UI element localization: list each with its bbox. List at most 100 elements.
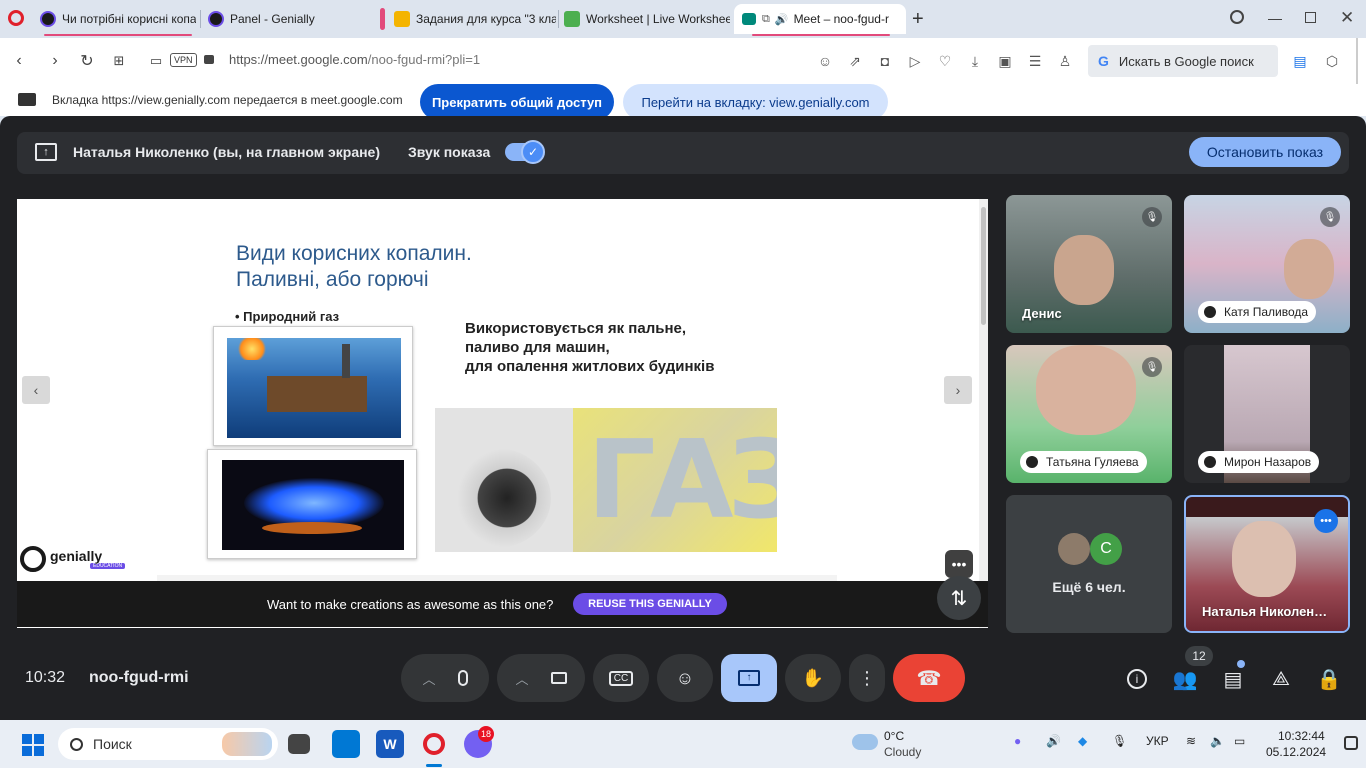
new-tab-button[interactable]: + — [912, 8, 924, 31]
windows-start-icon[interactable] — [22, 734, 44, 756]
sidebar-icon[interactable]: ▤ — [1290, 51, 1310, 71]
participant-tile[interactable]: 🎙 Катя Паливода — [1184, 195, 1350, 333]
profile-icon[interactable]: ♙ — [1055, 51, 1075, 71]
store-icon[interactable] — [332, 730, 360, 758]
slide-prev-button[interactable]: ‹ — [22, 376, 50, 404]
vpn-badge[interactable]: VPN — [170, 53, 197, 67]
viber-tray-icon[interactable]: ● — [1014, 734, 1021, 748]
language-indicator[interactable]: УКР — [1146, 734, 1169, 748]
participants-count-badge: 12 — [1185, 646, 1213, 666]
camera-icon[interactable] — [550, 672, 567, 684]
search-tabs-icon[interactable] — [1230, 10, 1244, 24]
swap-layout-icon[interactable]: ⇅ — [937, 576, 981, 620]
more-participants-tile[interactable]: C Ещё 6 чел. — [1006, 495, 1172, 633]
notifications-icon[interactable] — [1344, 736, 1358, 750]
genially-favicon-icon — [208, 11, 224, 27]
stop-presenting-button[interactable]: Остановить показ — [1189, 137, 1341, 167]
search-icon — [70, 737, 83, 751]
meeting-info-icon[interactable]: i — [1123, 665, 1151, 693]
chat-icon[interactable]: ▤ — [1219, 665, 1247, 693]
mic-tray-icon[interactable]: 🎙 — [1112, 734, 1127, 748]
self-tile[interactable]: ••• Наталья Николен… — [1184, 495, 1350, 633]
tab-meet[interactable]: ⧉ 🔊 Meet – noo-fgud-r — [734, 4, 906, 34]
participant-name: Катя Паливода — [1224, 305, 1309, 319]
download-icon[interactable]: ⤓ — [965, 51, 985, 71]
taskbar-search[interactable]: Поиск — [58, 728, 278, 760]
forward-icon[interactable]: › — [44, 50, 66, 72]
send-icon[interactable]: ▷ — [905, 51, 925, 71]
pip-icon[interactable]: ⧉ — [762, 13, 770, 26]
reuse-genially-button[interactable]: REUSE THIS GENIALLY — [573, 593, 727, 615]
go-to-tab-button[interactable]: Перейти на вкладку: view.genially.com — [623, 84, 888, 120]
mic-group: ︿ — [401, 654, 489, 702]
more-options-button[interactable]: ⋮ — [849, 654, 885, 702]
battery-icon[interactable]: ▭ — [1234, 734, 1245, 748]
audio-options-chevron-icon[interactable]: ︿ — [422, 669, 435, 688]
slide-scrollbar[interactable] — [979, 199, 988, 628]
extensions-icon[interactable]: ⬡ — [1322, 51, 1342, 71]
slide-description: Використовується як пальне, паливо для м… — [465, 319, 714, 376]
people-icon[interactable]: 👥 — [1171, 665, 1199, 693]
participant-tile[interactable]: 🎙 Денис — [1006, 195, 1172, 333]
clock-date[interactable]: 05.12.2024 — [1266, 745, 1326, 759]
reactions-button[interactable]: ☺ — [657, 654, 713, 702]
tab-worksheet[interactable]: Worksheet | Live Workshee — [556, 4, 730, 34]
scroll-thumb[interactable] — [981, 207, 986, 325]
pin-icon — [1026, 456, 1038, 468]
leave-call-button[interactable]: ☎ — [893, 654, 965, 702]
clock-time[interactable]: 10:32:44 — [1278, 729, 1325, 743]
present-now-button[interactable]: ↑ — [721, 654, 777, 702]
slide-next-button[interactable]: › — [944, 376, 972, 404]
activities-icon[interactable]: ⟁ — [1267, 665, 1295, 693]
pinboard-icon[interactable]: ▣ — [995, 51, 1015, 71]
speed-dial-icon[interactable]: ⊞ — [108, 50, 130, 72]
google-search-box[interactable]: G Искать в Google поиск — [1088, 45, 1278, 77]
share-icon[interactable]: ⇗ — [845, 51, 865, 71]
slide-title-line: Види корисних копалин. — [236, 242, 472, 265]
camera-icon[interactable]: ▭ — [145, 50, 167, 72]
tab-label: Worksheet | Live Workshee — [586, 12, 730, 26]
heart-icon[interactable]: ♡ — [935, 51, 955, 71]
weather-icon[interactable] — [852, 734, 878, 750]
security-tray-icon[interactable]: ◆ — [1078, 734, 1087, 748]
back-icon[interactable]: ‹ — [8, 50, 30, 72]
speaker-icon[interactable]: 🔈 — [1210, 734, 1225, 748]
meeting-code: noo-fgud-rmi — [89, 669, 189, 686]
snapshot-icon[interactable]: ◘ — [875, 51, 895, 71]
tile-more-options-icon[interactable]: ••• — [1314, 509, 1338, 533]
raise-hand-button[interactable]: ✋ — [785, 654, 841, 702]
close-window-icon[interactable]: ✕ — [1340, 8, 1354, 28]
task-view-icon[interactable] — [288, 734, 310, 754]
opera-taskbar-icon[interactable] — [420, 730, 448, 758]
microphone-icon[interactable] — [457, 670, 468, 686]
restore-icon[interactable] — [1305, 12, 1316, 23]
weather-temp: 0°C — [884, 729, 905, 743]
minimize-icon[interactable] — [1268, 19, 1282, 20]
url-field[interactable]: https://meet.google.com/noo-fgud-rmi?pli… — [229, 52, 480, 67]
video-options-chevron-icon[interactable]: ︿ — [515, 669, 528, 688]
reload-icon[interactable]: ↻ — [76, 50, 98, 72]
slide-more-options-icon[interactable]: ••• — [945, 550, 973, 578]
tab-panel-genially[interactable]: Panel - Genially — [200, 4, 372, 34]
scrollbar[interactable] — [1356, 38, 1358, 84]
platform-derrick — [342, 344, 350, 378]
lock-icon[interactable] — [204, 55, 214, 64]
participant-tile[interactable]: 🎙 Татьяна Гуляева — [1006, 345, 1172, 483]
tab-zadaniya[interactable]: Задания для курса "3 кла — [386, 4, 556, 34]
wifi-icon[interactable]: ≋ — [1186, 734, 1196, 748]
participant-tile[interactable]: Мирон Назаров — [1184, 345, 1350, 483]
speaker-icon[interactable]: 🔊 — [775, 13, 789, 26]
share-audio-toggle[interactable]: ✓ — [505, 140, 545, 164]
tab-chi-potribni[interactable]: Чи потрібні корисні копа — [32, 4, 196, 34]
word-icon[interactable]: W — [376, 730, 404, 758]
fuel-nozzle-image — [441, 448, 551, 548]
opera-logo-icon[interactable] — [8, 10, 24, 26]
emoji-icon[interactable]: ☺ — [815, 51, 835, 71]
captions-button[interactable]: CC — [593, 654, 649, 702]
volume-tray-icon[interactable]: 🔊 — [1046, 734, 1061, 748]
easy-setup-icon[interactable]: ☰ — [1025, 51, 1045, 71]
mic-off-icon: 🎙 — [1142, 357, 1162, 377]
host-controls-icon[interactable]: 🔒 — [1315, 665, 1343, 693]
address-bar: ‹ › ↻ ⊞ ▭ VPN https://meet.google.com/no… — [0, 38, 1366, 84]
stop-sharing-button[interactable]: Прекратить общий доступ — [420, 84, 614, 120]
